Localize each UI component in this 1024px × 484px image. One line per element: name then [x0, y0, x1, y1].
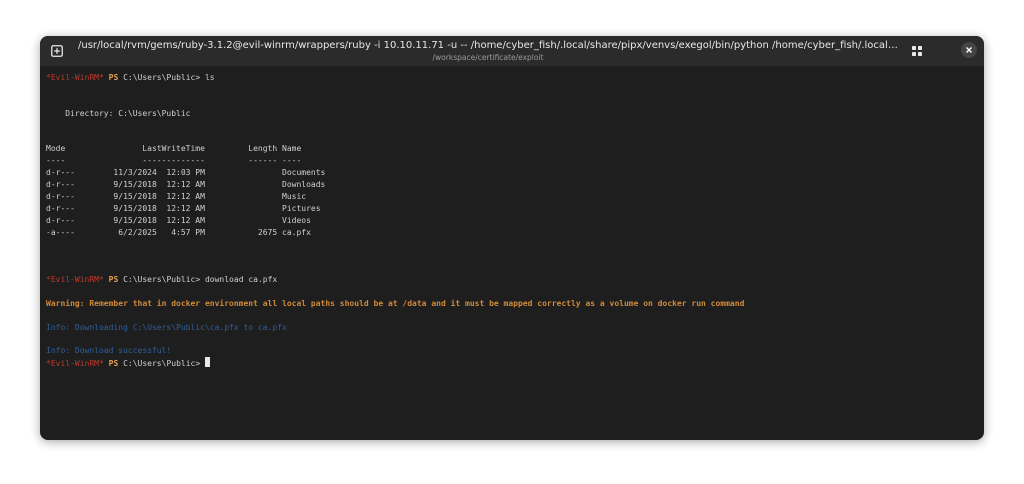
- title-bar: /usr/local/rvm/gems/ruby-3.1.2@evil-winr…: [40, 36, 984, 66]
- prompt-ps: PS: [108, 73, 119, 82]
- command-text: ls: [200, 73, 215, 82]
- listing-row: d-r--- 9/15/2018 12:12 AM Pictures: [46, 203, 321, 213]
- tab-overview-button[interactable]: [910, 44, 924, 58]
- info-downloading: Info: Downloading C:\Users\Public\ca.pfx…: [46, 322, 287, 332]
- prompt-line: *Evil-WinRM* PS C:\Users\Public> ls: [46, 72, 976, 84]
- prompt-path: C:\Users\Public>: [123, 359, 201, 369]
- new-tab-button[interactable]: [48, 42, 66, 60]
- prompt-path: C:\Users\Public>: [123, 275, 201, 285]
- prompt-ps: PS: [108, 359, 119, 369]
- prompt-ps: PS: [108, 275, 119, 285]
- grid-icon: [912, 46, 922, 56]
- close-icon: [966, 47, 972, 53]
- terminal-output[interactable]: *Evil-WinRM* PS C:\Users\Public> ls Dire…: [46, 72, 976, 432]
- text-cursor[interactable]: [204, 357, 210, 368]
- active-prompt-line: *Evil-WinRM* PS C:\Users\Public>: [46, 357, 976, 369]
- listing-row: d-r--- 9/15/2018 12:12 AM Videos: [46, 215, 311, 225]
- window-subtitle: /workspace/certificate/exploit: [432, 53, 544, 62]
- listing-row: d-r--- 11/3/2024 12:03 PM Documents: [46, 168, 326, 178]
- prompt-name: *Evil-WinRM*: [46, 359, 104, 369]
- command-text: download ca.pfx: [200, 275, 278, 285]
- terminal-window: /usr/local/rvm/gems/ruby-3.1.2@evil-winr…: [40, 36, 984, 440]
- listing-divider: ---- ------------- ------ ----: [46, 156, 302, 166]
- directory-heading: Directory: C:\Users\Public: [46, 108, 191, 118]
- prompt-name: *Evil-WinRM*: [46, 275, 104, 285]
- prompt-line: *Evil-WinRM* PS C:\Users\Public> downloa…: [46, 274, 976, 286]
- prompt-path: C:\Users\Public>: [123, 73, 201, 82]
- listing-row: d-r--- 9/15/2018 12:12 AM Downloads: [46, 180, 326, 190]
- warning-message: Warning: Remember that in docker environ…: [46, 298, 745, 308]
- listing-row: d-r--- 9/15/2018 12:12 AM Music: [46, 191, 307, 201]
- window-title: /usr/local/rvm/gems/ruby-3.1.2@evil-winr…: [78, 40, 898, 51]
- info-success: Info: Download successful!: [46, 346, 172, 356]
- prompt-name: *Evil-WinRM*: [46, 73, 104, 82]
- plus-square-icon: [51, 45, 63, 57]
- listing-row: -a---- 6/2/2025 4:57 PM 2675 ca.pfx: [46, 227, 311, 237]
- close-button[interactable]: [961, 42, 977, 58]
- listing-header: Mode LastWriteTime Length Name: [46, 144, 302, 154]
